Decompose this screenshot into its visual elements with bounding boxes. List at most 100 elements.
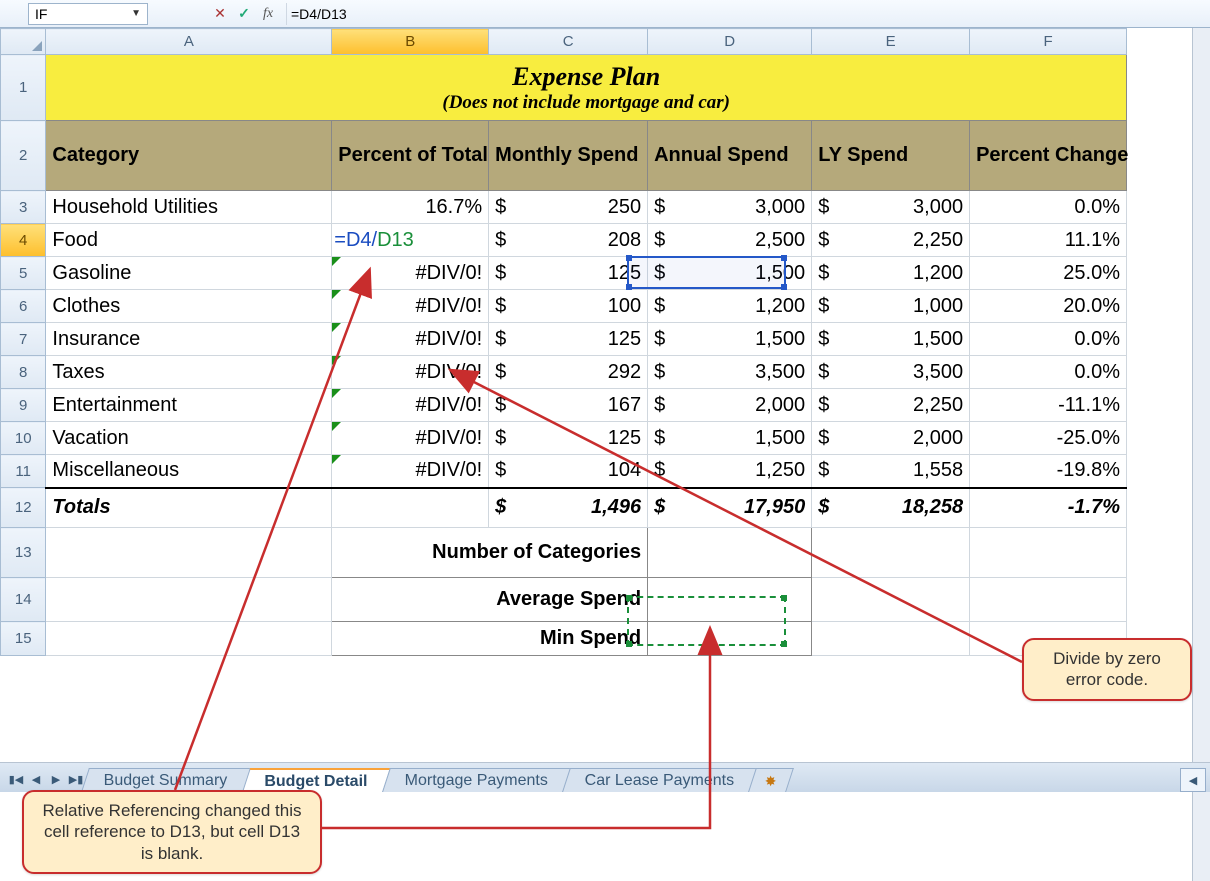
header-percent-of-total[interactable]: Percent of Total (332, 121, 489, 191)
select-all-corner[interactable] (1, 29, 46, 55)
cell-A8[interactable]: Taxes (46, 356, 332, 389)
row-header-9[interactable]: 9 (1, 389, 46, 422)
header-category[interactable]: Category (46, 121, 332, 191)
row-header-12[interactable]: 12 (1, 488, 46, 528)
header-ly-spend[interactable]: LY Spend (812, 121, 970, 191)
cell-B6[interactable]: #DIV/0! (332, 290, 489, 323)
fx-button[interactable]: fx (256, 3, 280, 25)
col-header-C[interactable]: C (489, 29, 648, 55)
cell-E14[interactable] (812, 578, 970, 622)
cell-C3[interactable]: $250 (489, 191, 648, 224)
row-header-10[interactable]: 10 (1, 422, 46, 455)
cell-F5[interactable]: 25.0% (970, 257, 1127, 290)
cell-D6[interactable]: $1,200 (648, 290, 812, 323)
cancel-edit-button[interactable]: ✕ (208, 3, 232, 25)
cell-C8[interactable]: $292 (489, 356, 648, 389)
cell-D3[interactable]: $3,000 (648, 191, 812, 224)
row-header-4[interactable]: 4 (1, 224, 46, 257)
cell-E15[interactable] (812, 622, 970, 656)
cell-B12[interactable] (332, 488, 489, 528)
cell-B3[interactable]: 16.7% (332, 191, 489, 224)
cell-F13[interactable] (970, 528, 1127, 578)
row-header-11[interactable]: 11 (1, 455, 46, 488)
cell-F8[interactable]: 0.0% (970, 356, 1127, 389)
cell-A11[interactable]: Miscellaneous (46, 455, 332, 488)
cell-E6[interactable]: $1,000 (812, 290, 970, 323)
cell-A6[interactable]: Clothes (46, 290, 332, 323)
cell-A7[interactable]: Insurance (46, 323, 332, 356)
sheet-tab-budget-detail[interactable]: Budget Detail (242, 768, 391, 792)
cell-B4-editing[interactable]: =D4/D13 (332, 224, 489, 257)
cell-C4[interactable]: $208 (489, 224, 648, 257)
cell-D14[interactable] (648, 578, 812, 622)
cell-F7[interactable]: 0.0% (970, 323, 1127, 356)
row-header-15[interactable]: 15 (1, 622, 46, 656)
title-cell[interactable]: Expense Plan (Does not include mortgage … (46, 55, 1127, 121)
row-header-8[interactable]: 8 (1, 356, 46, 389)
cell-C9[interactable]: $167 (489, 389, 648, 422)
cell-C10[interactable]: $125 (489, 422, 648, 455)
sheet-tab-car-lease-payments[interactable]: Car Lease Payments (562, 768, 757, 792)
cell-C11[interactable]: $104 (489, 455, 648, 488)
col-header-E[interactable]: E (812, 29, 970, 55)
worksheet-grid[interactable]: A B C D E F 1 Expense Plan (Does not inc… (0, 28, 1127, 656)
cell-A9[interactable]: Entertainment (46, 389, 332, 422)
name-box-dropdown-icon[interactable]: ▼ (131, 8, 141, 19)
cell-F9[interactable]: -11.1% (970, 389, 1127, 422)
label-average-spend[interactable]: Average Spend (332, 578, 648, 622)
tab-nav-prev-icon[interactable]: ◀ (26, 768, 46, 790)
row-header-3[interactable]: 3 (1, 191, 46, 224)
row-header-1[interactable]: 1 (1, 55, 46, 121)
cell-B7[interactable]: #DIV/0! (332, 323, 489, 356)
cell-F11[interactable]: -19.8% (970, 455, 1127, 488)
name-box[interactable]: IF ▼ (28, 3, 148, 25)
cell-A12[interactable]: Totals (46, 488, 332, 528)
cell-A15[interactable] (46, 622, 332, 656)
cell-E4[interactable]: $2,250 (812, 224, 970, 257)
cell-B10[interactable]: #DIV/0! (332, 422, 489, 455)
cell-B8[interactable]: #DIV/0! (332, 356, 489, 389)
cell-F6[interactable]: 20.0% (970, 290, 1127, 323)
label-min-spend[interactable]: Min Spend (332, 622, 648, 656)
cell-E12[interactable]: $18,258 (812, 488, 970, 528)
new-sheet-button[interactable]: ✸ (748, 768, 794, 792)
cell-F12[interactable]: -1.7% (970, 488, 1127, 528)
cell-C6[interactable]: $100 (489, 290, 648, 323)
col-header-A[interactable]: A (46, 29, 332, 55)
cell-C5[interactable]: $125 (489, 257, 648, 290)
header-annual-spend[interactable]: Annual Spend (648, 121, 812, 191)
tab-nav-next-icon[interactable]: ▶ (46, 768, 66, 790)
sheet-tab-budget-summary[interactable]: Budget Summary (81, 768, 250, 792)
formula-input[interactable]: =D4/D13 (286, 3, 1210, 25)
tab-nav-first-icon[interactable]: ▮◀ (6, 768, 26, 790)
cell-F3[interactable]: 0.0% (970, 191, 1127, 224)
cell-C7[interactable]: $125 (489, 323, 648, 356)
cell-F4[interactable]: 11.1% (970, 224, 1127, 257)
cell-A5[interactable]: Gasoline (46, 257, 332, 290)
header-monthly-spend[interactable]: Monthly Spend (489, 121, 648, 191)
cell-C12[interactable]: $1,496 (489, 488, 648, 528)
cell-A10[interactable]: Vacation (46, 422, 332, 455)
cell-E13[interactable] (812, 528, 970, 578)
confirm-edit-button[interactable]: ✓ (232, 3, 256, 25)
cell-A3[interactable]: Household Utilities (46, 191, 332, 224)
cell-E7[interactable]: $1,500 (812, 323, 970, 356)
header-percent-change[interactable]: Percent Change (970, 121, 1127, 191)
cell-E11[interactable]: $1,558 (812, 455, 970, 488)
row-header-5[interactable]: 5 (1, 257, 46, 290)
cell-D11[interactable]: $1,250 (648, 455, 812, 488)
cell-E3[interactable]: $3,000 (812, 191, 970, 224)
cell-A14[interactable] (46, 578, 332, 622)
cell-A13[interactable] (46, 528, 332, 578)
cell-D9[interactable]: $2,000 (648, 389, 812, 422)
vertical-scrollbar[interactable] (1192, 28, 1210, 881)
row-header-14[interactable]: 14 (1, 578, 46, 622)
col-header-D[interactable]: D (648, 29, 812, 55)
cell-B5[interactable]: #DIV/0! (332, 257, 489, 290)
row-header-7[interactable]: 7 (1, 323, 46, 356)
row-header-2[interactable]: 2 (1, 121, 46, 191)
cell-D4[interactable]: $2,500 (648, 224, 812, 257)
cell-B11[interactable]: #DIV/0! (332, 455, 489, 488)
cell-E9[interactable]: $2,250 (812, 389, 970, 422)
col-header-B[interactable]: B (332, 29, 489, 55)
